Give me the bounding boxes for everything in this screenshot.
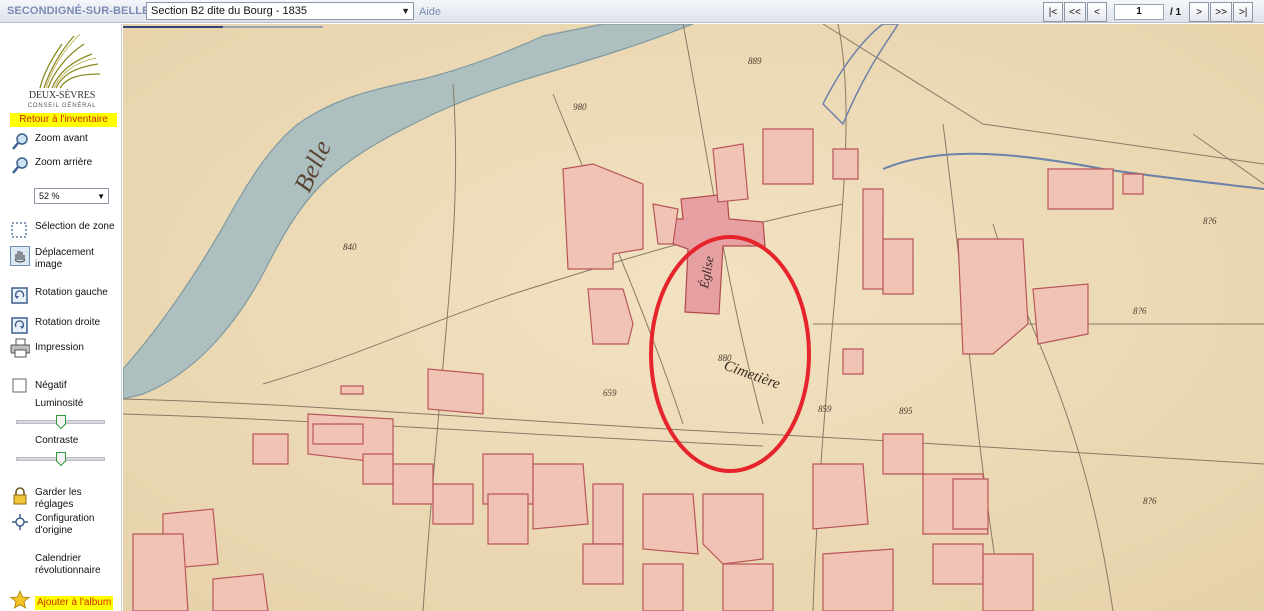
chevron-down-icon: ▼	[401, 6, 410, 16]
map-tab-indicator-2	[223, 26, 323, 28]
brightness-slider[interactable]	[16, 415, 105, 429]
pan-image-button[interactable]: Déplacement image	[10, 246, 122, 271]
add-to-album-button[interactable]: Ajouter à l'album	[10, 590, 122, 610]
section-select-value: Section B2 dite du Bourg - 1835	[151, 5, 307, 17]
zoom-out-label: Zoom arrière	[35, 157, 93, 168]
rotate-right-icon	[11, 317, 28, 334]
page-number-input[interactable]: 1	[1114, 4, 1164, 20]
reset-icon	[12, 514, 28, 530]
zoom-level-value: 52 %	[39, 191, 60, 201]
selection-icon	[11, 222, 27, 238]
logo-grass-icon	[39, 33, 101, 89]
rotate-left-button[interactable]: Rotation gauche	[10, 286, 122, 306]
zoom-out-icon	[12, 157, 28, 174]
svg-text:859: 859	[818, 404, 832, 414]
zoom-in-icon	[12, 133, 28, 150]
zoom-out-button[interactable]: Zoom arrière	[10, 156, 122, 176]
keep-settings-label: Garder les réglages	[35, 487, 82, 510]
svg-text:8?6: 8?6	[1133, 306, 1147, 316]
help-link[interactable]: Aide	[419, 6, 441, 18]
brightness-label: Luminosité	[35, 398, 84, 409]
fast-forward-button[interactable]: >>	[1210, 2, 1233, 22]
contrast-slider[interactable]	[16, 452, 105, 466]
printer-icon	[10, 338, 30, 358]
page-total: / 1	[1170, 7, 1182, 18]
svg-text:8?6: 8?6	[1203, 216, 1217, 226]
svg-text:895: 895	[899, 406, 913, 416]
contrast-thumb[interactable]	[56, 452, 66, 466]
revolutionary-calendar-label: Calendrier révolutionnaire	[35, 553, 101, 576]
rotate-right-label: Rotation droite	[35, 317, 101, 328]
commune-name: SECONDIGNÉ-SUR-BELLE	[7, 5, 150, 17]
svg-text:889: 889	[748, 56, 762, 66]
section-select[interactable]: Section B2 dite du Bourg - 1835 ▼	[146, 2, 414, 20]
print-button[interactable]: Impression	[10, 338, 122, 358]
zoom-in-label: Zoom avant	[35, 133, 88, 144]
svg-text:659: 659	[603, 388, 617, 398]
lock-icon	[13, 487, 27, 505]
svg-text:8?6: 8?6	[1143, 496, 1157, 506]
brightness-thumb[interactable]	[56, 415, 66, 429]
reset-config-button[interactable]: Configuration d'origine	[10, 512, 122, 537]
rotate-left-label: Rotation gauche	[35, 287, 108, 298]
deux-sevres-logo: DEUX-SÈVRES CONSEIL GÉNÉRAL	[22, 32, 102, 114]
pan-image-label: Déplacement image	[35, 247, 94, 270]
tool-panel: DEUX-SÈVRES CONSEIL GÉNÉRAL Retour à l'i…	[0, 24, 122, 611]
back-to-inventory-button[interactable]: Retour à l'inventaire	[10, 113, 117, 127]
logo-subtext: CONSEIL GÉNÉRAL	[27, 103, 97, 109]
cadastral-map-drawing[interactable]: 980 889 840 659 880 859 895 8?6 8?6 8?6 …	[123, 24, 1264, 611]
add-to-album-label: Ajouter à l'album	[35, 596, 114, 610]
zone-selection-label: Sélection de zone	[35, 221, 115, 232]
zone-selection-button[interactable]: Sélection de zone	[10, 220, 122, 240]
cadastral-map-viewport[interactable]: 980 889 840 659 880 859 895 8?6 8?6 8?6 …	[123, 24, 1264, 611]
revolutionary-calendar-button[interactable]: Calendrier révolutionnaire	[10, 552, 122, 577]
svg-text:980: 980	[573, 102, 587, 112]
contrast-label: Contraste	[35, 435, 79, 446]
first-page-button[interactable]: |<	[1043, 2, 1063, 22]
pager: |< << < 1 / 1 > >> >|	[1043, 2, 1254, 22]
previous-page-button[interactable]: <	[1087, 2, 1107, 22]
reset-config-label: Configuration d'origine	[35, 513, 95, 536]
map-tab-indicator	[123, 26, 223, 28]
blank-icon	[10, 552, 30, 572]
rotate-left-icon	[11, 287, 28, 304]
fast-back-button[interactable]: <<	[1064, 2, 1086, 22]
keep-settings-button[interactable]: Garder les réglages	[10, 486, 122, 511]
last-page-button[interactable]: >|	[1233, 2, 1254, 22]
checkbox-icon	[12, 378, 27, 393]
star-icon	[10, 590, 30, 609]
print-label: Impression	[35, 342, 84, 353]
rotate-right-button[interactable]: Rotation droite	[10, 316, 122, 336]
hand-icon	[10, 246, 30, 266]
logo-wordmark: DEUX-SÈVRES	[28, 90, 96, 101]
negative-toggle[interactable]: Négatif	[10, 376, 122, 396]
negative-label: Négatif	[35, 380, 67, 391]
next-page-button[interactable]: >	[1189, 2, 1210, 22]
zoom-level-select[interactable]: 52 % ▼	[34, 188, 109, 204]
chevron-down-icon: ▼	[97, 192, 105, 201]
top-toolbar: SECONDIGNÉ-SUR-BELLE Section B2 dite du …	[0, 0, 1264, 23]
zoom-in-button[interactable]: Zoom avant	[10, 132, 122, 152]
svg-text:840: 840	[343, 242, 357, 252]
